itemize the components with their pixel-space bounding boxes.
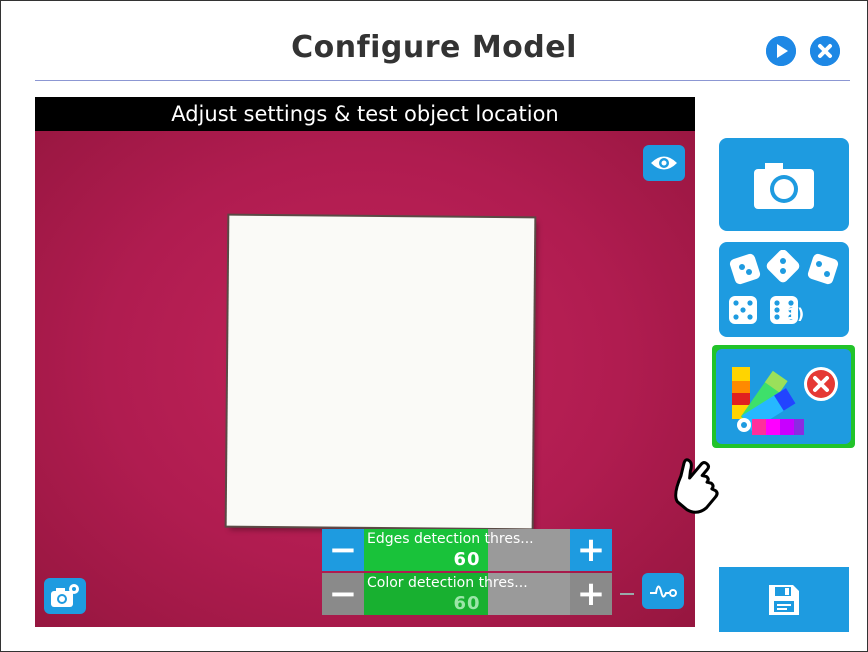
signal-button[interactable]: [642, 573, 684, 609]
play-button[interactable]: [766, 36, 796, 66]
color-model-button[interactable]: [712, 345, 855, 448]
camera-settings-button[interactable]: [44, 578, 86, 614]
eye-icon: [651, 156, 677, 170]
header-divider: [35, 80, 850, 81]
color-threshold-label: Color detection thres...: [367, 575, 528, 591]
save-button[interactable]: [719, 567, 849, 632]
edges-increase-button[interactable]: +: [570, 529, 612, 571]
page-title: Configure Model: [291, 30, 577, 65]
close-circle-icon: [810, 36, 840, 66]
capture-button[interactable]: [719, 138, 849, 231]
edges-threshold-value: 60: [453, 549, 481, 570]
close-button[interactable]: [810, 36, 840, 66]
edges-decrease-button[interactable]: −: [322, 529, 364, 571]
signal-connector: [620, 593, 634, 595]
edges-threshold-slider[interactable]: − Edges detection thres... 60 +: [322, 529, 612, 571]
color-increase-button[interactable]: +: [570, 573, 612, 615]
signal-wave-icon: [650, 585, 677, 598]
color-threshold-slider[interactable]: − Color detection thres... 60 +: [322, 573, 612, 615]
edges-threshold-label: Edges detection thres...: [367, 531, 534, 547]
color-model-panel: [716, 349, 851, 444]
view-toggle-button[interactable]: [643, 145, 685, 181]
pointer-hand-icon: [674, 458, 719, 514]
color-threshold-value: 60: [453, 593, 481, 614]
camera-view[interactable]: Adjust settings & test object location −…: [35, 97, 695, 627]
poses-count: (1): [780, 305, 805, 323]
play-circle-icon: [766, 36, 796, 66]
camera-icon: [754, 162, 814, 209]
close-circle-icon[interactable]: [803, 366, 839, 402]
color-threshold-track[interactable]: Color detection thres... 60: [364, 573, 570, 615]
detected-object: [226, 215, 535, 529]
color-decrease-button[interactable]: −: [322, 573, 364, 615]
camera-gear-icon: [51, 584, 79, 607]
edges-threshold-track[interactable]: Edges detection thres... 60: [364, 529, 570, 571]
floppy-disk-icon: [769, 584, 799, 615]
camera-caption: Adjust settings & test object location: [35, 97, 695, 131]
